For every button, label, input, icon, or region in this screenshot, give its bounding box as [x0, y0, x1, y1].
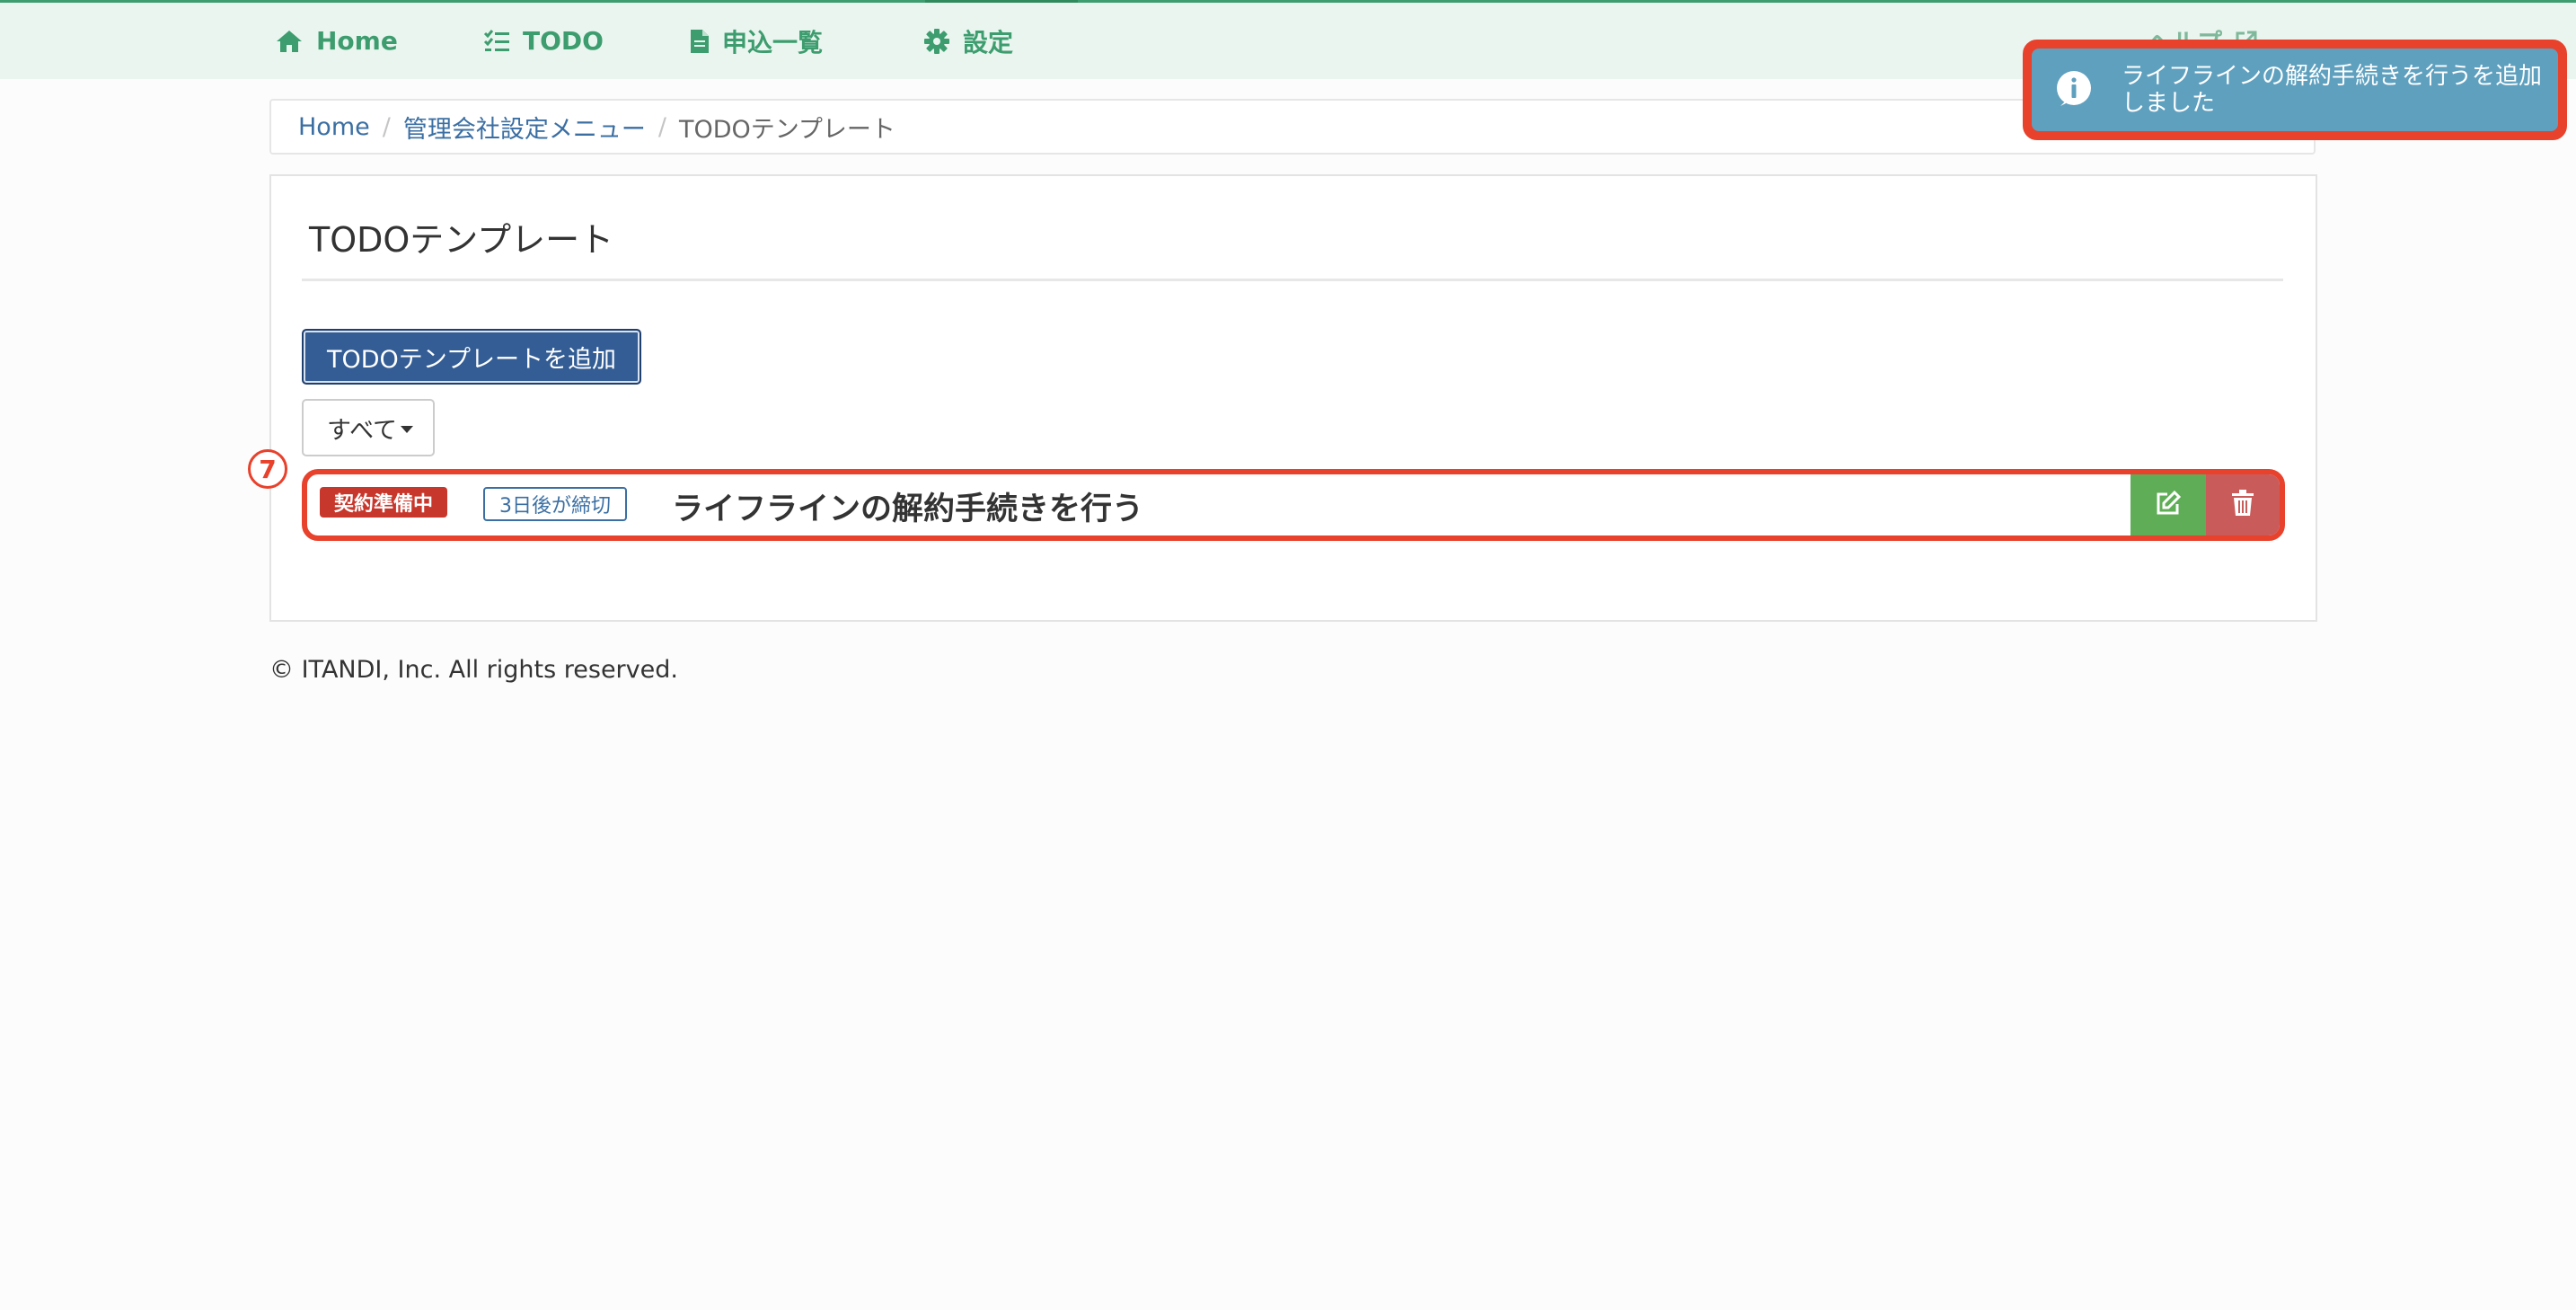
breadcrumb-separator: / [382, 112, 391, 141]
toast-notification[interactable]: ライフラインの解約手続きを行うを追加しました [2032, 49, 2558, 131]
status-badge: 契約準備中 [320, 487, 448, 518]
breadcrumb: Home / 管理会社設定メニュー / TODOテンプレート [269, 99, 2316, 155]
title-divider [302, 279, 2283, 281]
breadcrumb-company-settings-menu[interactable]: 管理会社設定メニュー [403, 110, 646, 145]
trash-icon [2231, 490, 2254, 520]
step-marker: 7 [248, 449, 287, 489]
filter-dropdown[interactable]: すべて [302, 399, 435, 456]
document-icon [690, 29, 710, 54]
nav-item-todo[interactable]: TODO [483, 3, 604, 79]
toast-highlight: ライフラインの解約手続きを行うを追加しました [2023, 40, 2567, 140]
footer-copyright: © ITANDI, Inc. All rights reserved. [269, 656, 678, 684]
edit-icon [2155, 490, 2182, 520]
nav-item-home-label: Home [316, 26, 398, 56]
deadline-badge: 3日後が締切 [483, 487, 627, 521]
nav-item-home[interactable]: Home [275, 3, 398, 79]
breadcrumb-home[interactable]: Home [298, 113, 370, 141]
todo-template-panel: TODOテンプレート TODOテンプレートを追加 すべて 契約準備中 3日後が締… [269, 174, 2317, 622]
toast-message: ライフラインの解約手続きを行うを追加しました [2122, 63, 2543, 117]
edit-button[interactable] [2130, 474, 2206, 536]
delete-button[interactable] [2206, 474, 2280, 536]
nav-item-settings[interactable]: 設定 [923, 3, 1013, 79]
nav-item-settings-label: 設定 [963, 27, 1014, 58]
todo-template-row: 契約準備中 3日後が締切 ライフラインの解約手続きを行う [302, 469, 2285, 541]
breadcrumb-current: TODOテンプレート [678, 115, 895, 144]
caret-down-icon [401, 426, 414, 433]
home-icon [275, 29, 304, 54]
page-title: TODOテンプレート [309, 220, 614, 260]
nav-item-applications[interactable]: 申込一覧 [690, 3, 823, 79]
add-todo-template-button[interactable]: TODOテンプレートを追加 [302, 329, 641, 385]
checklist-icon [483, 29, 510, 54]
nav-item-todo-label: TODO [523, 26, 604, 56]
gear-icon [923, 28, 950, 55]
filter-dropdown-label: すべて [327, 416, 398, 445]
todo-template-title: ライフラインの解約手続きを行う [672, 491, 1144, 527]
info-icon [2055, 69, 2093, 111]
breadcrumb-separator: / [657, 112, 666, 141]
nav-item-applications-label: 申込一覧 [722, 27, 824, 58]
